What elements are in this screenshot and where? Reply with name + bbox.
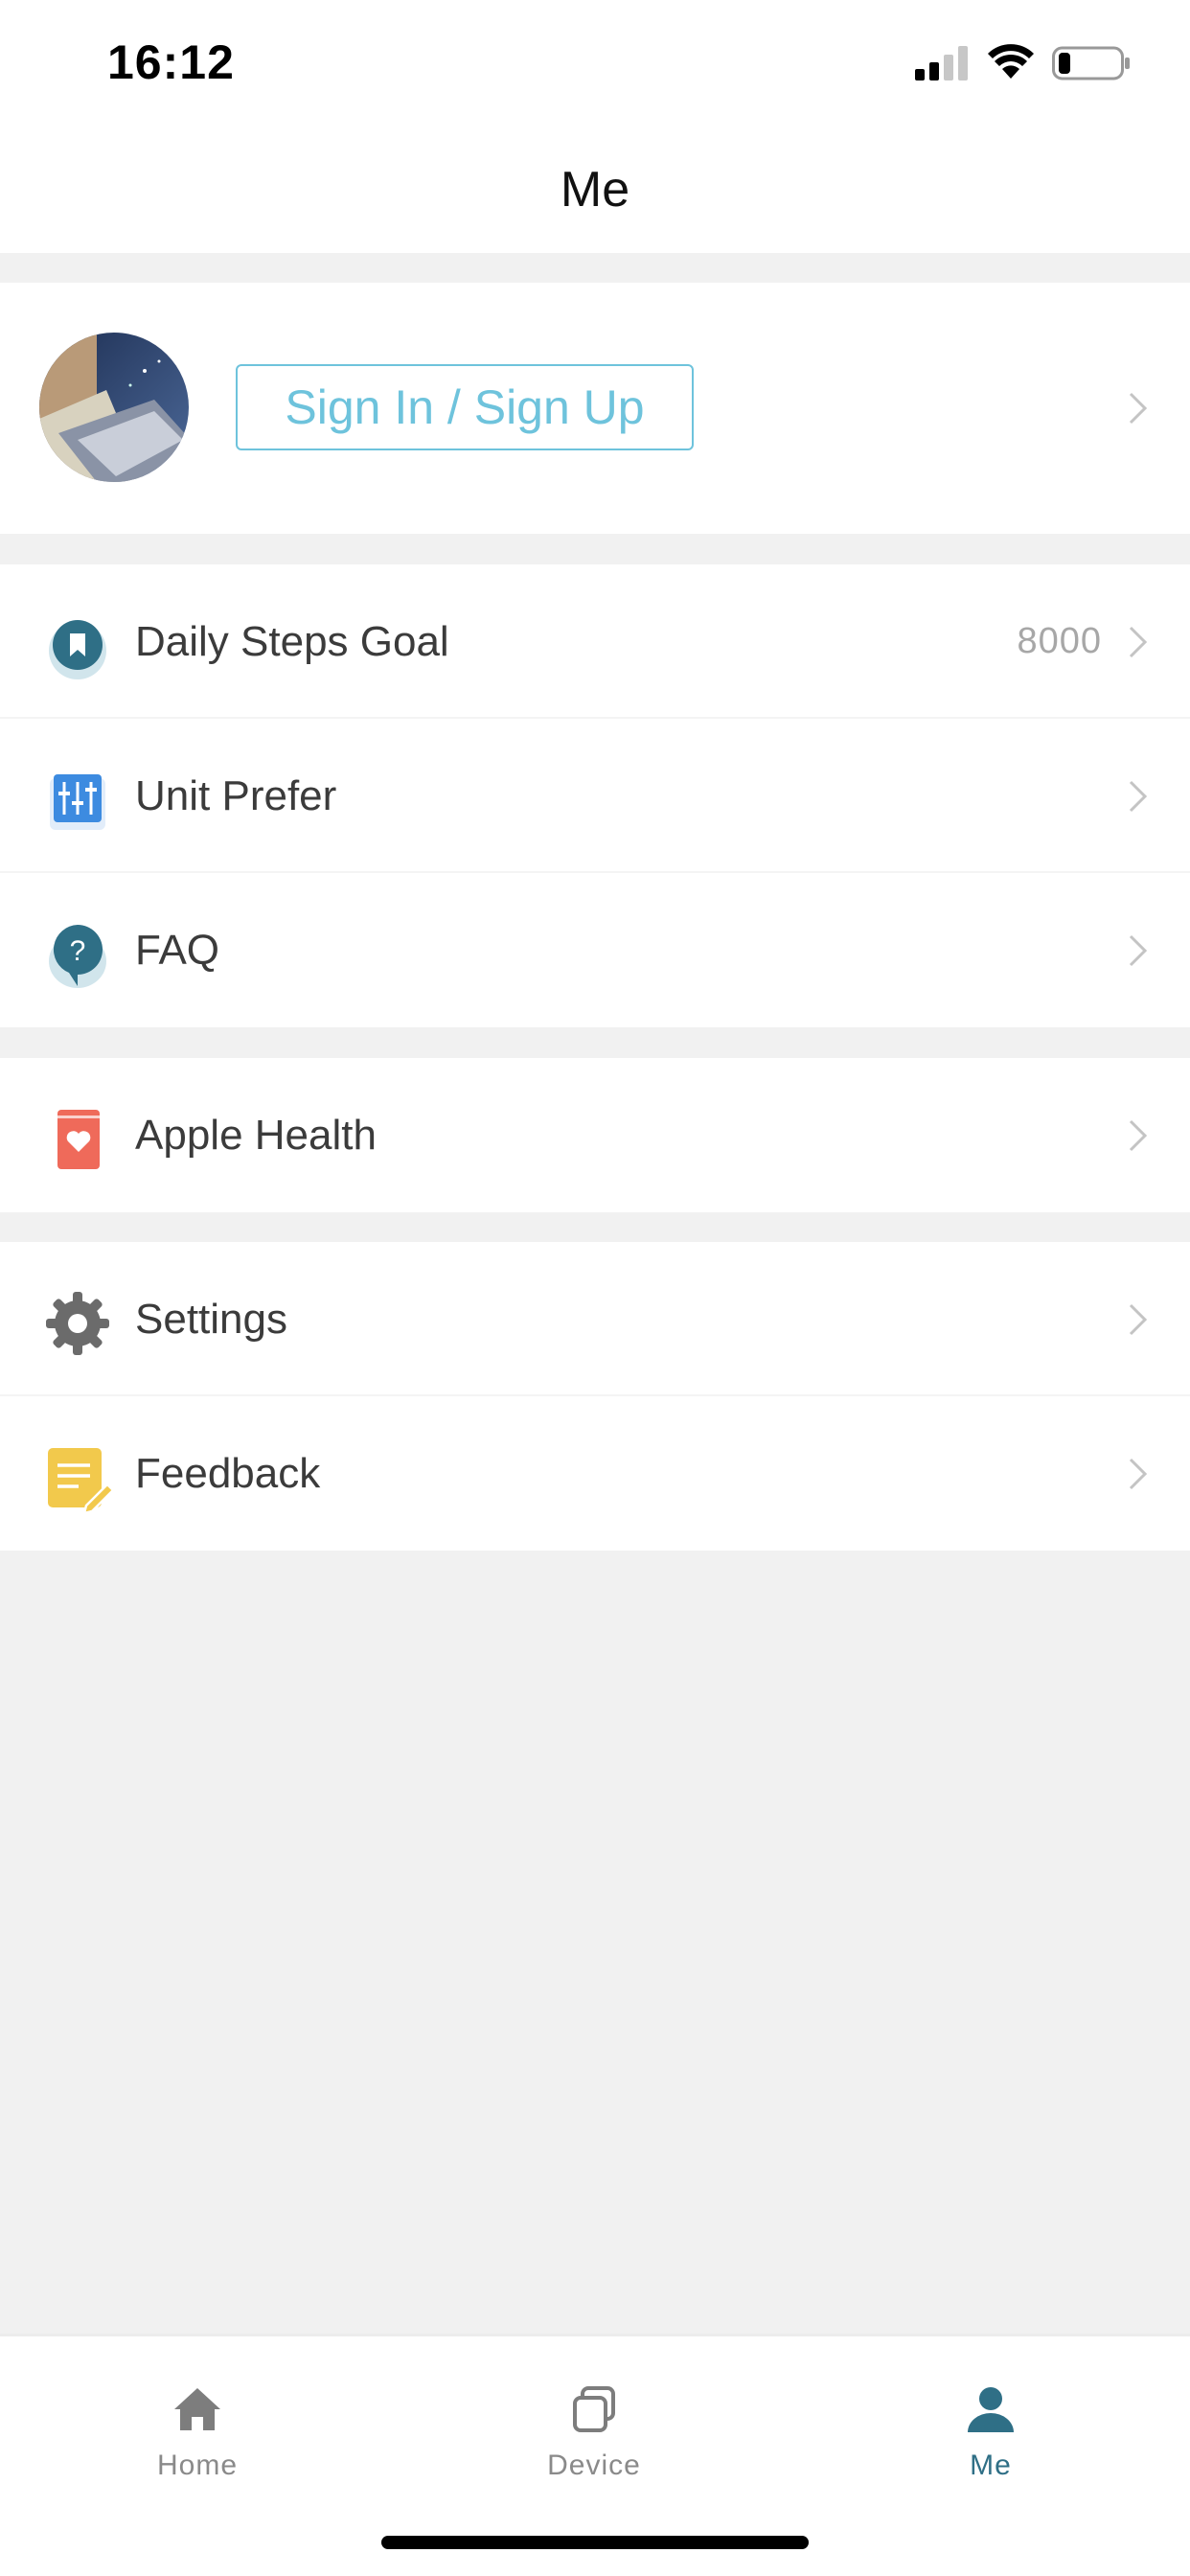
bookmark-icon [49, 620, 106, 679]
chevron-right-icon [1129, 1303, 1148, 1336]
menu-label: Feedback [135, 1450, 321, 1497]
chevron-right-icon [1129, 392, 1148, 425]
signal-icon [915, 46, 968, 80]
tab-label: Home [156, 2450, 239, 2481]
tab-label: Me [970, 2450, 1012, 2481]
menu-item-unit-prefer[interactable]: Unit Prefer [0, 719, 1190, 873]
avatar[interactable] [39, 333, 189, 482]
menu-item-apple-health[interactable]: Apple Health [0, 1058, 1190, 1212]
menu-label: Unit Prefer [135, 772, 337, 819]
chevron-right-icon [1129, 626, 1148, 658]
menu-item-daily-steps-goal[interactable]: Daily Steps Goal 8000 [0, 564, 1190, 719]
status-time: 16:12 [107, 35, 235, 89]
chevron-right-icon [1129, 780, 1148, 813]
menu-item-settings[interactable]: Settings [0, 1242, 1190, 1396]
steps-goal-value: 8000 [1017, 621, 1102, 661]
chevron-right-icon [1129, 1458, 1148, 1490]
home-indicator [381, 2536, 809, 2549]
wifi-icon [988, 44, 1034, 79]
heart-icon [57, 1110, 100, 1169]
sliders-icon [50, 774, 105, 830]
tab-home[interactable]: Home [73, 2356, 322, 2509]
gear-icon [46, 1292, 109, 1355]
menu-label: Settings [135, 1296, 287, 1343]
question-icon: ? [49, 925, 106, 988]
page-title: Me [560, 162, 630, 218]
menu-item-faq[interactable]: ? FAQ [0, 873, 1190, 1027]
tab-label: Device [547, 2450, 641, 2481]
feedback-icon [48, 1448, 115, 1515]
nav-bar: Me [0, 134, 1190, 253]
menu-label: Apple Health [135, 1112, 377, 1159]
svg-text:?: ? [70, 935, 86, 967]
tab-device[interactable]: Device [469, 2356, 719, 2509]
battery-icon [1052, 46, 1130, 80]
menu-label: Daily Steps Goal [135, 618, 449, 665]
home-icon [174, 2388, 220, 2430]
signin-button[interactable]: Sign In / Sign Up [236, 364, 694, 450]
person-icon [968, 2387, 1014, 2432]
device-icon [573, 2386, 615, 2432]
menu-item-feedback[interactable]: Feedback [0, 1396, 1190, 1551]
tab-me[interactable]: Me [866, 2356, 1115, 2509]
avatar-image [39, 333, 189, 482]
status-bar: 16:12 [0, 0, 1190, 134]
profile-section[interactable]: Sign In / Sign Up [0, 283, 1190, 534]
chevron-right-icon [1129, 934, 1148, 967]
chevron-right-icon [1129, 1119, 1148, 1152]
menu-label: FAQ [135, 927, 220, 974]
